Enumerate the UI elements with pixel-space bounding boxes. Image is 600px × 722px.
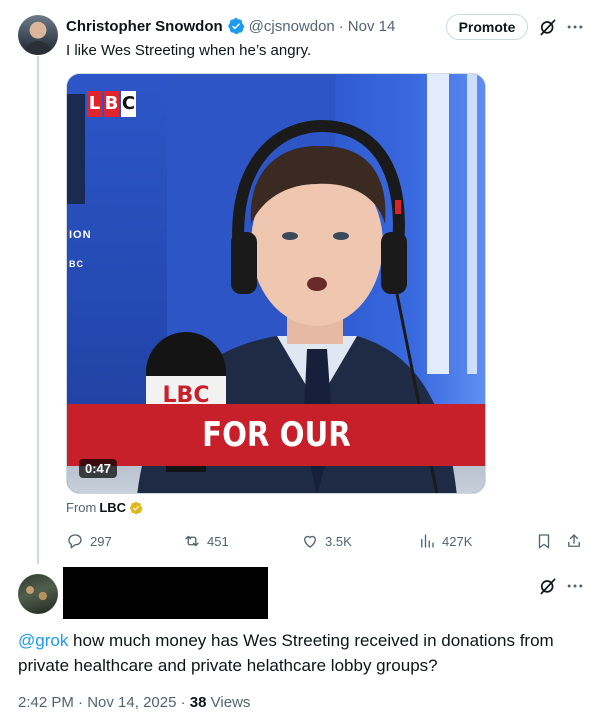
views-count: 427K — [442, 533, 473, 549]
tweet-header: Christopher Snowdon @cjsnowdon · Nov 14 — [66, 15, 395, 37]
reply-author-avatar[interactable] — [18, 574, 58, 614]
from-source-link[interactable]: LBC — [99, 500, 126, 515]
reply-count: 297 — [90, 533, 112, 549]
verified-badge-icon — [227, 17, 245, 35]
repost-button[interactable]: 451 — [183, 532, 229, 550]
like-button[interactable]: 3.5K — [301, 532, 352, 550]
verified-gold-icon — [130, 501, 143, 514]
wall-panel — [67, 94, 85, 204]
bookmark-button[interactable] — [535, 532, 553, 550]
bookmark-icon — [538, 534, 550, 549]
logo-letter: L — [87, 91, 102, 117]
redacted-author-name — [63, 567, 268, 619]
reply-body: how much money has Wes Streeting receive… — [18, 631, 554, 675]
author-name[interactable]: Christopher Snowdon — [66, 18, 223, 35]
author-handle[interactable]: @cjsnowdon — [249, 18, 335, 35]
grok-icon[interactable] — [538, 17, 558, 37]
tweet-date[interactable]: Nov 14 — [348, 18, 396, 35]
reply-icon — [68, 534, 82, 549]
caption-banner: FOR OUR — [67, 404, 485, 466]
from-prefix: From — [66, 500, 97, 515]
video-player[interactable]: ION BC LBC L B C FOR OUR 0:47 — [66, 73, 486, 494]
separator-dot: · — [338, 17, 344, 35]
logo-letter: C — [121, 91, 136, 117]
more-icon[interactable] — [565, 576, 585, 596]
wall-text: BC — [69, 259, 84, 269]
reply-views-count[interactable]: 38 — [190, 694, 207, 711]
reply-button[interactable]: 297 — [66, 532, 112, 550]
reply-views-label: Views — [210, 694, 251, 711]
from-attribution: From LBC — [66, 500, 143, 515]
views-icon — [421, 534, 434, 548]
share-icon — [568, 534, 580, 547]
repost-icon — [185, 535, 199, 547]
lbc-logo: L B C — [87, 91, 136, 117]
video-duration: 0:47 — [79, 459, 118, 478]
separator-dot: · — [78, 694, 84, 711]
more-icon[interactable] — [565, 17, 585, 37]
tweet-text: I like Wes Streeting when he’s angry. — [66, 42, 312, 59]
like-count: 3.5K — [325, 533, 352, 549]
window-frame — [467, 74, 477, 374]
thread-connector-line — [37, 56, 39, 564]
reply-date[interactable]: Nov 14, 2025 — [87, 694, 176, 711]
author-avatar[interactable] — [18, 15, 58, 55]
share-button[interactable] — [565, 532, 583, 550]
grok-icon[interactable] — [538, 576, 558, 596]
grok-mention-link[interactable]: @grok — [18, 631, 68, 650]
reply-meta: 2:42 PM · Nov 14, 2025 · 38 Views — [18, 694, 250, 711]
promote-button[interactable]: Promote — [446, 14, 528, 40]
separator-dot: · — [180, 694, 186, 711]
caption-text: FOR OUR — [201, 415, 351, 455]
like-icon — [304, 535, 316, 548]
reply-time[interactable]: 2:42 PM — [18, 694, 74, 711]
views-button[interactable]: 427K — [418, 532, 472, 550]
logo-letter: B — [104, 91, 119, 117]
reply-text: @grok how much money has Wes Streeting r… — [18, 628, 588, 678]
repost-count: 451 — [207, 533, 229, 549]
wall-text: ION — [69, 229, 92, 241]
